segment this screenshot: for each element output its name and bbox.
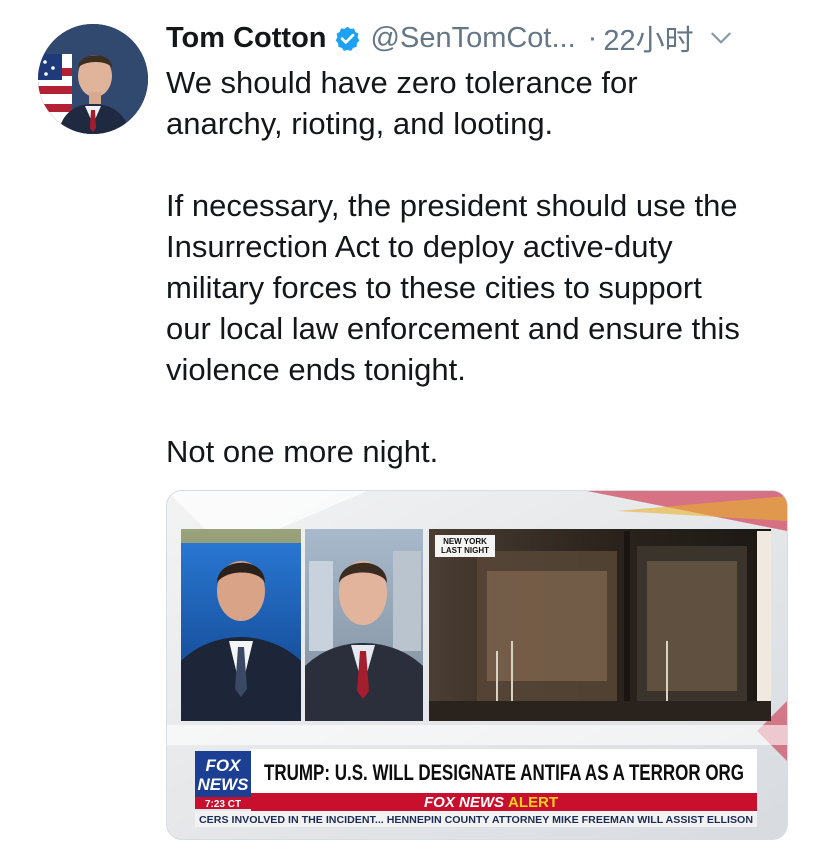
- tweet-text-line: anarchy, rioting, and looting.: [166, 106, 554, 141]
- clock: 7:23 CT: [205, 799, 241, 810]
- inset-label-line2: LAST NIGHT: [441, 546, 489, 555]
- tweet-text-line: If necessary, the president should use t…: [166, 188, 738, 223]
- inset-label-line1: NEW YORK: [443, 537, 487, 546]
- verified-badge-icon: [334, 25, 361, 52]
- display-name[interactable]: Tom Cotton: [166, 22, 327, 55]
- logo-line1: FOX: [206, 756, 243, 775]
- tweet-media-image[interactable]: NEW YORK LAST NIGHT TRUMP: U.S. WILL DES…: [166, 490, 788, 840]
- user-handle[interactable]: @SenTomCot...: [371, 22, 576, 55]
- avatar[interactable]: [38, 24, 148, 134]
- tweet-header: Tom Cotton @SenTomCot... · 22小时: [166, 18, 796, 58]
- tweet-text-line: military forces to these cities to suppo…: [166, 270, 702, 305]
- tweet[interactable]: Tom Cotton @SenTomCot... · 22小时 We shoul…: [0, 0, 826, 853]
- alert-strip: [251, 793, 757, 811]
- chevron-down-icon[interactable]: [708, 25, 734, 51]
- timestamp[interactable]: 22小时: [603, 17, 693, 59]
- alert-word: ALERT: [508, 794, 558, 811]
- tweet-text-line: our local law enforcement and ensure thi…: [166, 311, 740, 346]
- alert-prefix: FOX NEWS: [424, 794, 504, 811]
- avatar-image: [38, 24, 148, 134]
- chyron-headline: TRUMP: U.S. WILL DESIGNATE ANTIFA AS A T…: [264, 760, 744, 785]
- ticker-text: CERS INVOLVED IN THE INCIDENT... HENNEPI…: [199, 815, 753, 826]
- tweet-text: We should have zero tolerance for anarch…: [166, 62, 796, 472]
- tweet-text-line: Not one more night.: [166, 434, 439, 469]
- tweet-text-line: violence ends tonight.: [166, 352, 466, 387]
- tweet-text-line: Insurrection Act to deploy active-duty: [166, 229, 673, 264]
- logo-line2: NEWS: [198, 775, 250, 794]
- tweet-text-line: We should have zero tolerance for: [166, 65, 638, 100]
- separator-dot: ·: [587, 21, 598, 54]
